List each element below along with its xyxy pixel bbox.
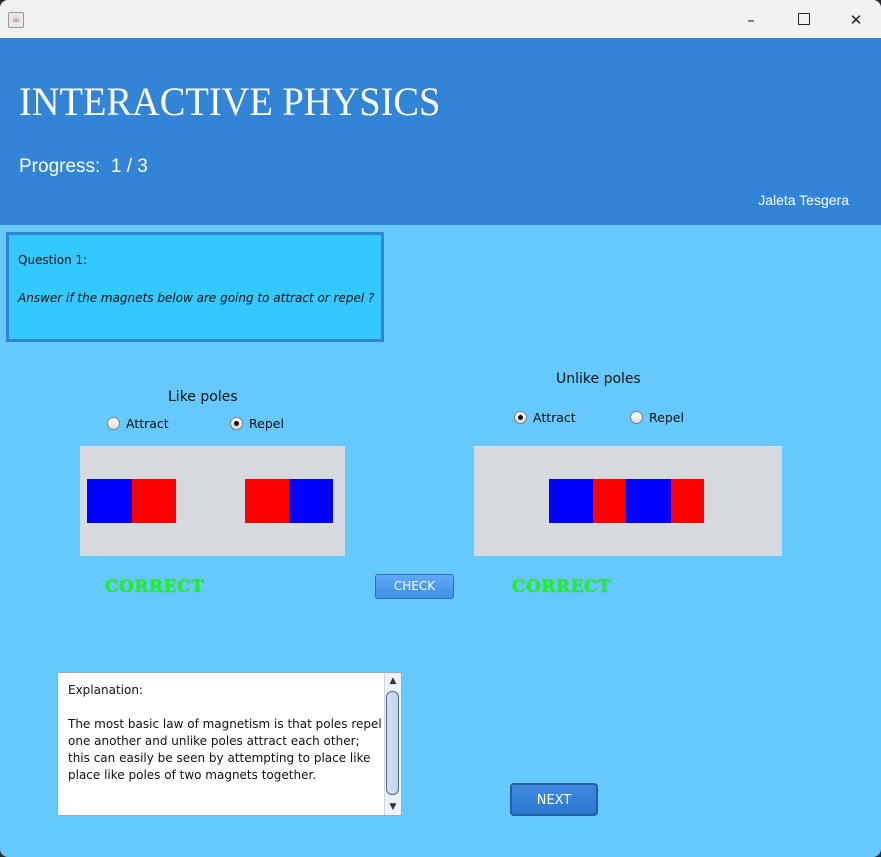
minimize-button[interactable]: – (728, 8, 774, 32)
magnet-north-pole (626, 479, 671, 523)
app-window: ☕ – ✕ INTERACTIVE PHYSICS Progress: 1 / … (0, 0, 881, 857)
like-poles-attract-radio[interactable]: Attract (107, 416, 169, 431)
unlike-poles-attract-radio[interactable]: Attract (514, 410, 576, 425)
explanation-text: Explanation: The most basic law of magne… (68, 683, 382, 782)
explanation-textarea[interactable]: Explanation: The most basic law of magne… (57, 672, 402, 816)
progress-label: Progress: (19, 156, 101, 177)
scroll-up-arrow-icon[interactable]: ▲ (385, 674, 401, 688)
unlike-poles-result: CORRECT (512, 577, 612, 597)
progress-value: 1 / 3 (110, 156, 148, 177)
maximize-button[interactable] (781, 8, 827, 32)
magnet-south-pole (245, 479, 289, 523)
next-button[interactable]: NEXT (510, 783, 598, 816)
explanation-scrollbar[interactable]: ▲ ▼ (384, 673, 401, 815)
radio-label: Repel (649, 410, 684, 425)
radio-icon (107, 417, 120, 430)
close-icon: ✕ (849, 11, 863, 29)
unlike-poles-title: Unlike poles (556, 371, 641, 387)
magnet-north-pole (549, 479, 593, 523)
like-poles-title: Like poles (168, 389, 238, 405)
header-banner: INTERACTIVE PHYSICS Progress: 1 / 3 Jale… (0, 38, 881, 225)
like-poles-repel-radio[interactable]: Repel (230, 416, 284, 431)
radio-label: Attract (126, 416, 169, 431)
like-poles-magnet-panel (80, 446, 345, 556)
app-title: INTERACTIVE PHYSICS (19, 79, 441, 124)
minimize-icon: – (747, 11, 755, 29)
magnet-north-pole (87, 479, 132, 523)
close-button[interactable]: ✕ (833, 8, 879, 32)
question-label: Question 1: (18, 253, 88, 267)
radio-selected-icon (230, 417, 243, 430)
unlike-poles-repel-radio[interactable]: Repel (630, 410, 684, 425)
progress-indicator: Progress: 1 / 3 (19, 156, 148, 178)
radio-label: Repel (249, 416, 284, 431)
radio-icon (630, 411, 643, 424)
title-bar: ☕ – ✕ (0, 0, 881, 39)
user-name: Jaleta Tesgera (758, 192, 849, 208)
check-button[interactable]: CHECK (375, 574, 454, 599)
like-poles-result: CORRECT (105, 577, 205, 597)
radio-label: Attract (533, 410, 576, 425)
magnet-north-pole (289, 479, 333, 523)
radio-selected-icon (514, 411, 527, 424)
scroll-thumb[interactable] (386, 691, 399, 795)
unlike-poles-magnet-panel (474, 446, 782, 556)
maximize-icon (798, 13, 810, 25)
java-cup-icon: ☕ (8, 12, 24, 28)
question-box: Question 1: Answer if the magnets below … (6, 232, 384, 342)
scroll-down-arrow-icon[interactable]: ▼ (385, 800, 401, 814)
magnet-south-pole (132, 479, 176, 523)
magnet-south-pole (671, 479, 704, 523)
magnet-south-pole (593, 479, 626, 523)
question-text: Answer if the magnets below are going to… (18, 291, 375, 305)
